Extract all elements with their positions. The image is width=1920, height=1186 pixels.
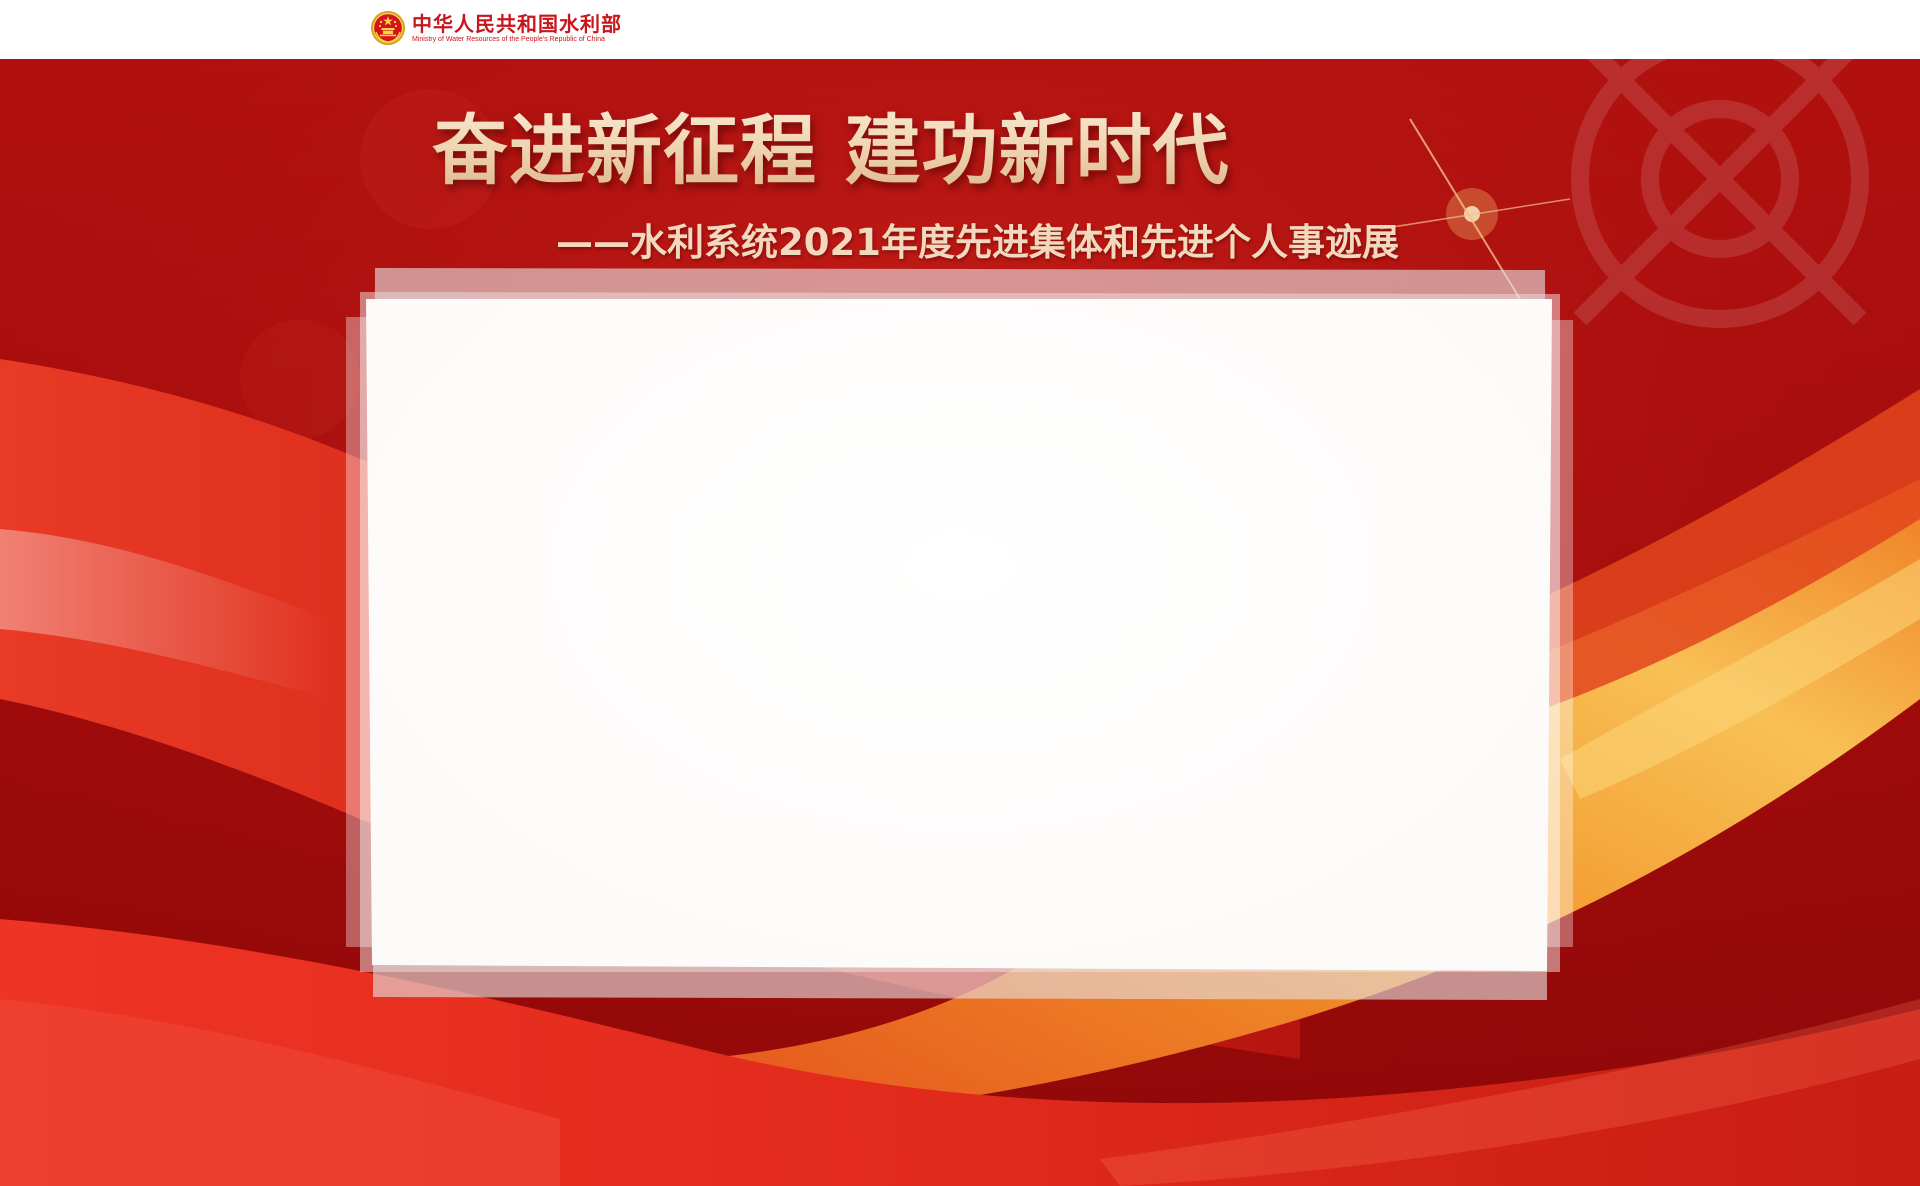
logo-text: 中华人民共和国水利部 Ministry of Water Resources o…	[412, 13, 622, 44]
exhibition-subtitle: ——水利系统2021年度先进集体和先进个人事迹展	[556, 221, 1399, 264]
ministry-logo[interactable]: 中华人民共和国水利部 Ministry of Water Resources o…	[370, 10, 622, 46]
org-name-en: Ministry of Water Resources of the Peopl…	[412, 35, 605, 43]
site-header: 中华人民共和国水利部 Ministry of Water Resources o…	[0, 0, 1920, 59]
org-name-cn: 中华人民共和国水利部	[412, 11, 622, 36]
exhibition-title: 奋进新征程 建功新时代	[432, 89, 1229, 199]
exhibition-banner: 奋进新征程 建功新时代 ——水利系统2021年度先进集体和先进个人事迹展	[0, 59, 1920, 1186]
national-emblem-icon	[371, 11, 405, 45]
